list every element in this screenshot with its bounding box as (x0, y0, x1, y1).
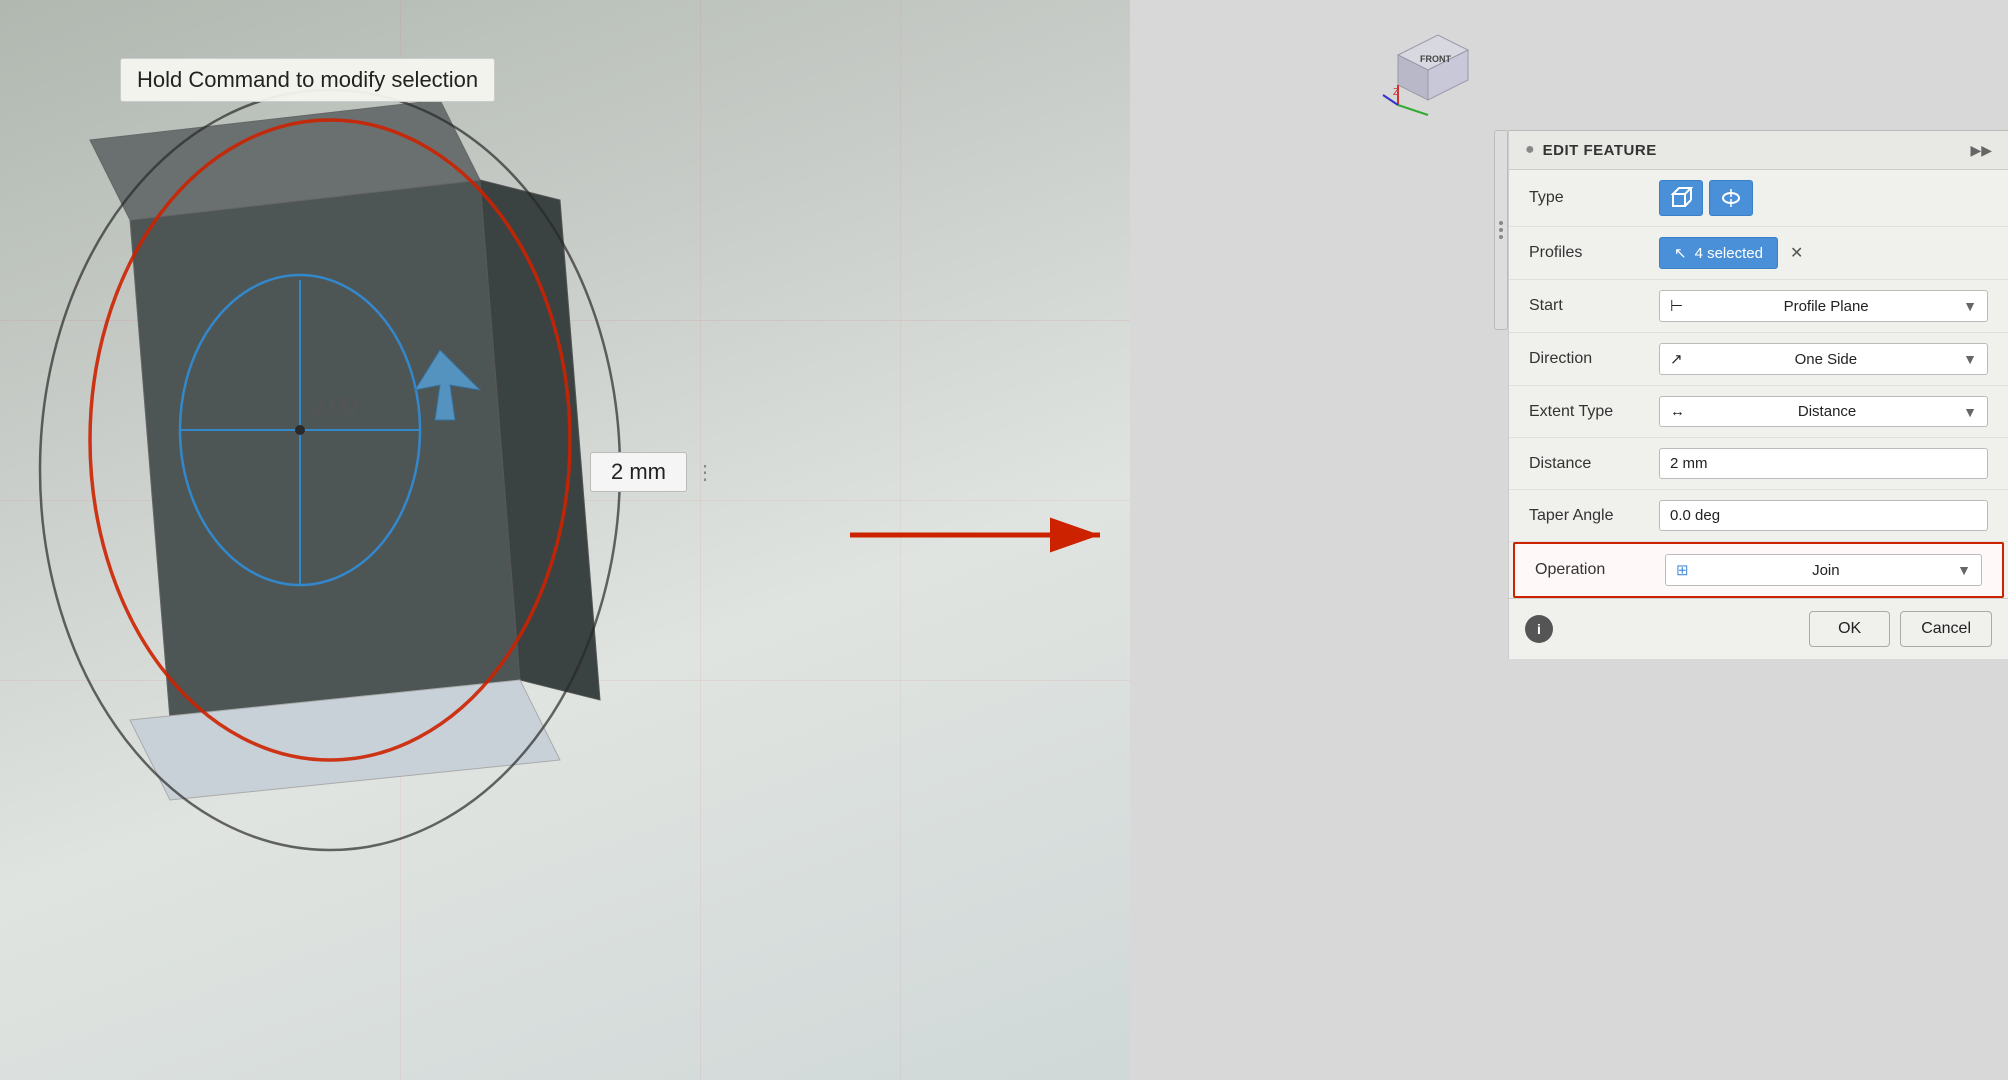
operation-control: ⊞ Join ▼ (1665, 554, 1982, 586)
chevron-down-icon: ▼ (1963, 404, 1977, 420)
more-options-icon[interactable]: ⋮ (695, 460, 715, 485)
type-button-1[interactable] (1659, 180, 1703, 216)
tooltip: Hold Command to modify selection (120, 58, 495, 102)
start-row: Start ⊢ Profile Plane ▼ (1509, 280, 2008, 333)
start-control: ⊢ Profile Plane ▼ (1659, 290, 1988, 322)
revolve-icon (1719, 186, 1743, 210)
start-value: Profile Plane (1784, 298, 1869, 315)
operation-row: Operation ⊞ Join ▼ (1513, 542, 2004, 598)
taper-angle-input[interactable]: 0.0 deg (1659, 500, 1988, 531)
type-label: Type (1529, 189, 1659, 207)
profiles-control: ↖ 4 selected ✕ (1659, 237, 1988, 269)
distance-value: 2 mm (1670, 455, 1708, 472)
profiles-label: Profiles (1529, 244, 1659, 262)
direction-dropdown[interactable]: ↗ One Side ▼ (1659, 343, 1988, 375)
profiles-count: 4 selected (1695, 245, 1763, 262)
type-button-2[interactable] (1709, 180, 1753, 216)
annotation-arrow (840, 505, 1130, 565)
start-dropdown[interactable]: ⊢ Profile Plane ▼ (1659, 290, 1988, 322)
cursor-icon: ↖ (1674, 244, 1687, 262)
profiles-row: Profiles ↖ 4 selected ✕ (1509, 227, 2008, 280)
extent-type-dropdown[interactable]: ↔ Distance ▼ (1659, 396, 1988, 427)
info-button[interactable]: i (1525, 615, 1553, 643)
edit-feature-panel: ● EDIT FEATURE ▶▶ Type P (1508, 130, 2008, 659)
panel-expand-icon[interactable]: ▶▶ (1970, 142, 1992, 159)
svg-text:Z: Z (1393, 87, 1399, 98)
handle-dot (1499, 221, 1503, 225)
direction-label: Direction (1529, 350, 1659, 368)
extrude-icon (1669, 186, 1693, 210)
extent-type-row: Extent Type ↔ Distance ▼ (1509, 386, 2008, 438)
svg-text:FRONT: FRONT (1420, 54, 1451, 64)
direction-control: ↗ One Side ▼ (1659, 343, 1988, 375)
direction-icon: ↗ (1670, 350, 1683, 368)
distance-row: Distance 2 mm (1509, 438, 2008, 490)
start-icon: ⊢ (1670, 297, 1683, 315)
extent-icon: ↔ (1670, 403, 1685, 420)
profiles-button[interactable]: ↖ 4 selected (1659, 237, 1778, 269)
viewport[interactable]: 2.00 Hold Command to modify selection 2 … (0, 0, 1130, 1080)
chevron-down-icon: ▼ (1957, 562, 1971, 578)
extent-type-value: Distance (1798, 403, 1856, 420)
operation-label: Operation (1535, 561, 1665, 579)
taper-angle-control: 0.0 deg (1659, 500, 1988, 531)
extent-type-label: Extent Type (1529, 403, 1659, 421)
direction-row: Direction ↗ One Side ▼ (1509, 333, 2008, 386)
svg-text:2.00: 2.00 (309, 394, 357, 421)
chevron-down-icon: ▼ (1963, 298, 1977, 314)
handle-dot (1499, 228, 1503, 232)
panel-resize-handle[interactable] (1494, 130, 1508, 330)
chevron-down-icon: ▼ (1963, 351, 1977, 367)
taper-angle-row: Taper Angle 0.0 deg (1509, 490, 2008, 542)
operation-dropdown[interactable]: ⊞ Join ▼ (1665, 554, 1982, 586)
panel-header-icon: ● (1525, 141, 1535, 159)
taper-angle-value: 0.0 deg (1670, 507, 1720, 524)
start-label: Start (1529, 297, 1659, 315)
tooltip-text: Hold Command to modify selection (137, 67, 478, 92)
panel-footer: i OK Cancel (1509, 598, 2008, 659)
handle-dot (1499, 235, 1503, 239)
extent-type-control: ↔ Distance ▼ (1659, 396, 1988, 427)
distance-input[interactable]: 2 mm (1659, 448, 1988, 479)
taper-angle-label: Taper Angle (1529, 507, 1659, 525)
type-control (1659, 180, 1988, 216)
panel-title: EDIT FEATURE (1543, 142, 1657, 159)
dimension-value: 2 mm (590, 452, 687, 492)
type-row: Type (1509, 170, 2008, 227)
nav-cube[interactable]: FRONT Z (1378, 10, 1488, 120)
operation-value: Join (1812, 562, 1840, 579)
ok-button[interactable]: OK (1809, 611, 1890, 647)
info-icon: i (1537, 621, 1541, 637)
cancel-button[interactable]: Cancel (1900, 611, 1992, 647)
join-icon: ⊞ (1676, 561, 1689, 579)
distance-control: 2 mm (1659, 448, 1988, 479)
panel-header: ● EDIT FEATURE ▶▶ (1509, 131, 2008, 170)
profiles-clear-button[interactable]: ✕ (1784, 241, 1809, 265)
dimension-badge[interactable]: 2 mm ⋮ (590, 452, 715, 492)
direction-value: One Side (1795, 351, 1858, 368)
distance-label: Distance (1529, 455, 1659, 473)
